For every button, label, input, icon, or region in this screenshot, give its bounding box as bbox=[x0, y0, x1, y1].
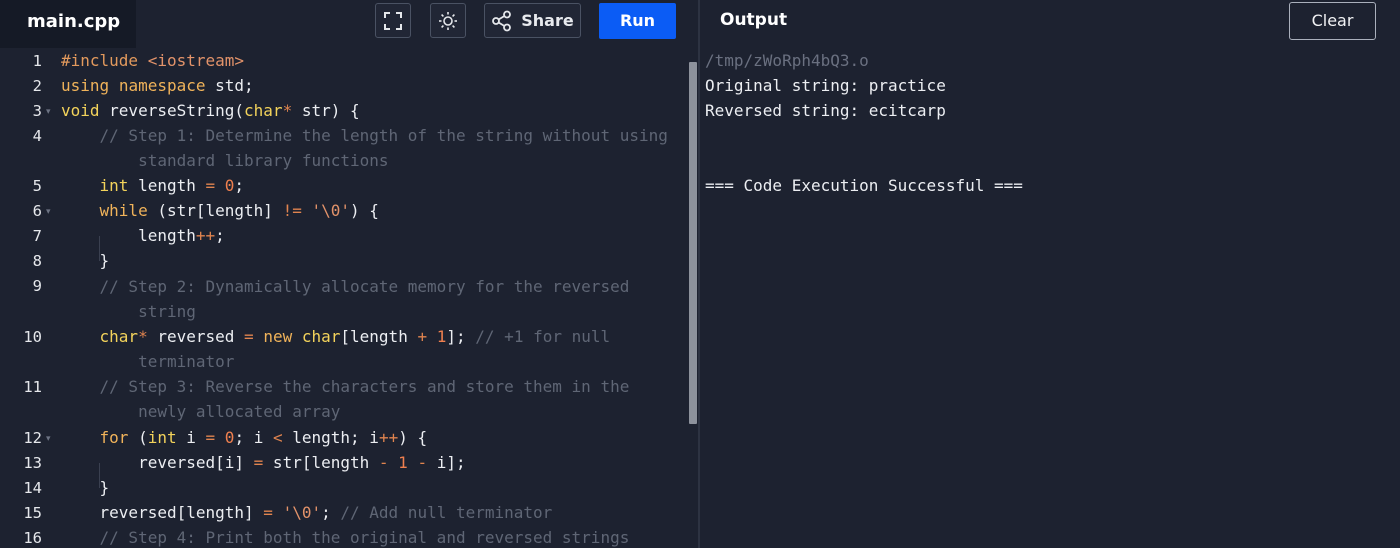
code-line: // Step 4: Print both the original and r… bbox=[99, 528, 630, 547]
fold-arrow-icon[interactable]: ▾ bbox=[46, 206, 51, 217]
output-file-path: /tmp/zWoRph4bQ3.o bbox=[705, 51, 869, 70]
line-number: 8 bbox=[32, 252, 42, 270]
code-line: length++; bbox=[61, 226, 225, 245]
line-number: 1 bbox=[32, 52, 42, 70]
theme-toggle-button[interactable] bbox=[430, 3, 466, 38]
code-line: reversed[length] = '\0'; // Add null ter… bbox=[61, 503, 553, 522]
share-button[interactable]: Share bbox=[484, 3, 581, 38]
top-bar: main.cpp Share Run Output Clear bbox=[0, 0, 1400, 48]
clear-button[interactable]: Clear bbox=[1289, 2, 1376, 40]
output-line: Original string: practice bbox=[705, 76, 946, 95]
code-line: standard library functions bbox=[61, 151, 389, 170]
fold-arrow-icon[interactable]: ▾ bbox=[46, 433, 51, 444]
line-number: 13 bbox=[23, 454, 42, 472]
line-number: 12 bbox=[23, 429, 42, 447]
code-line: // Step 1: Determine the length of the s… bbox=[99, 126, 668, 145]
sun-icon bbox=[439, 11, 457, 30]
line-number: 3 bbox=[32, 102, 42, 120]
fullscreen-button[interactable] bbox=[375, 3, 411, 38]
fullscreen-icon bbox=[384, 11, 402, 30]
line-number: 16 bbox=[23, 529, 42, 547]
code-line: reversed[i] = str[length - 1 - i]; bbox=[61, 453, 466, 472]
code-line: #include <iostream> bbox=[61, 51, 245, 70]
code-line: string bbox=[61, 302, 196, 321]
output-title: Output bbox=[720, 10, 788, 30]
code-editor[interactable]: 1 2 3 ▾ 4 5 6 ▾ 7 8 9 10 11 12 ▾ 13 14 1… bbox=[0, 48, 698, 548]
run-button[interactable]: Run bbox=[599, 3, 676, 39]
line-number: 4 bbox=[32, 127, 42, 145]
line-number: 5 bbox=[32, 177, 42, 195]
editor-scrollbar-thumb[interactable] bbox=[689, 62, 697, 424]
code-line: char* reversed = new char[length + 1]; /… bbox=[99, 327, 611, 346]
line-number: 7 bbox=[32, 227, 42, 245]
code-line: // Step 2: Dynamically allocate memory f… bbox=[99, 277, 630, 296]
share-icon bbox=[492, 10, 512, 31]
code-line: while (str[length] != '\0') { bbox=[99, 201, 379, 220]
output-status-line: === Code Execution Successful === bbox=[705, 176, 1023, 195]
code-line: newly allocated array bbox=[61, 402, 341, 421]
code-line: } bbox=[61, 251, 110, 270]
line-number: 14 bbox=[23, 479, 42, 497]
fold-arrow-icon[interactable]: ▾ bbox=[46, 106, 51, 117]
share-label: Share bbox=[521, 11, 574, 30]
line-number: 11 bbox=[23, 378, 42, 396]
line-number: 2 bbox=[32, 77, 42, 95]
file-tab-main-cpp[interactable]: main.cpp bbox=[0, 0, 136, 48]
output-line: Reversed string: ecitcarp bbox=[705, 101, 946, 120]
line-number: 9 bbox=[32, 277, 42, 295]
output-panel: /tmp/zWoRph4bQ3.o Original string: pract… bbox=[700, 48, 1400, 548]
code-line: // Step 3: Reverse the characters and st… bbox=[99, 377, 630, 396]
code-line: int length = 0; bbox=[99, 176, 245, 195]
code-line: for (int i = 0; i < length; i++) { bbox=[99, 428, 428, 447]
code-line: void reverseString(char* str) { bbox=[61, 101, 360, 120]
code-line: } bbox=[61, 478, 110, 497]
code-line: terminator bbox=[61, 352, 235, 371]
code-line: using namespace std; bbox=[61, 76, 254, 95]
line-number: 10 bbox=[23, 328, 42, 346]
line-number: 6 bbox=[32, 202, 42, 220]
line-number: 15 bbox=[23, 504, 42, 522]
